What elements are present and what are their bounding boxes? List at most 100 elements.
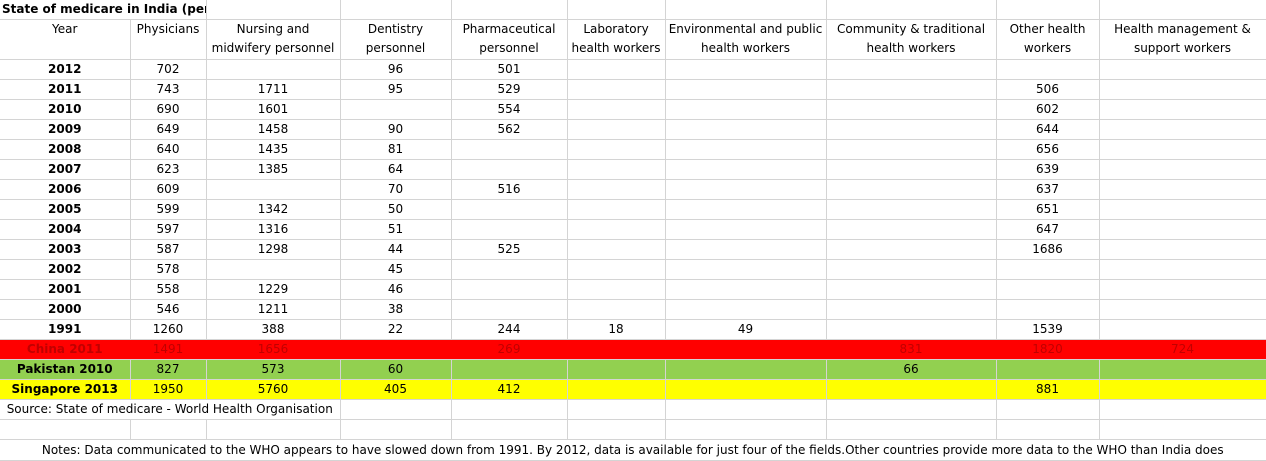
- data-cell[interactable]: [567, 159, 666, 180]
- data-cell[interactable]: [451, 219, 568, 240]
- data-cell[interactable]: 244: [451, 319, 568, 340]
- data-cell[interactable]: 1342: [206, 199, 341, 220]
- data-cell[interactable]: [567, 199, 666, 220]
- data-cell[interactable]: 405: [340, 379, 452, 400]
- data-cell[interactable]: 70: [340, 179, 452, 200]
- data-cell[interactable]: 1601: [206, 99, 341, 120]
- data-cell[interactable]: 1385: [206, 159, 341, 180]
- data-cell[interactable]: [567, 139, 666, 160]
- row-label-cell[interactable]: 2007: [0, 159, 131, 180]
- empty-cell[interactable]: [996, 0, 1100, 20]
- header-management[interactable]: Health management & support workers: [1099, 19, 1266, 60]
- data-cell[interactable]: [665, 79, 827, 100]
- row-label-cell[interactable]: 2005: [0, 199, 131, 220]
- data-cell[interactable]: [826, 99, 997, 120]
- data-cell[interactable]: 1260: [130, 319, 207, 340]
- data-cell[interactable]: 599: [130, 199, 207, 220]
- data-cell[interactable]: [665, 179, 827, 200]
- data-cell[interactable]: 412: [451, 379, 568, 400]
- data-cell[interactable]: 881: [996, 379, 1100, 400]
- data-cell[interactable]: 81: [340, 139, 452, 160]
- data-cell[interactable]: [826, 379, 997, 400]
- data-cell[interactable]: [1099, 319, 1266, 340]
- data-cell[interactable]: [665, 239, 827, 260]
- data-cell[interactable]: 573: [206, 359, 341, 380]
- data-cell[interactable]: [451, 279, 568, 300]
- data-cell[interactable]: [340, 339, 452, 360]
- data-cell[interactable]: [451, 159, 568, 180]
- row-label-cell[interactable]: 2004: [0, 219, 131, 240]
- data-cell[interactable]: 602: [996, 99, 1100, 120]
- data-cell[interactable]: 702: [130, 59, 207, 80]
- data-cell[interactable]: [996, 279, 1100, 300]
- data-cell[interactable]: [567, 379, 666, 400]
- header-laboratory[interactable]: Laboratory health workers: [567, 19, 666, 60]
- data-cell[interactable]: 1298: [206, 239, 341, 260]
- data-cell[interactable]: 50: [340, 199, 452, 220]
- table-title[interactable]: State of medicare in India (per million …: [0, 0, 207, 20]
- empty-cell[interactable]: [340, 0, 452, 20]
- data-cell[interactable]: 597: [130, 219, 207, 240]
- header-physicians[interactable]: Physicians: [130, 19, 207, 60]
- data-cell[interactable]: [1099, 299, 1266, 320]
- data-cell[interactable]: [1099, 119, 1266, 140]
- data-cell[interactable]: [665, 199, 827, 220]
- data-cell[interactable]: 724: [1099, 339, 1266, 360]
- data-cell[interactable]: [826, 259, 997, 280]
- data-cell[interactable]: [996, 259, 1100, 280]
- data-cell[interactable]: [567, 359, 666, 380]
- empty-cell[interactable]: [996, 419, 1100, 440]
- data-cell[interactable]: [665, 59, 827, 80]
- data-cell[interactable]: [451, 199, 568, 220]
- data-cell[interactable]: [826, 219, 997, 240]
- data-cell[interactable]: [665, 259, 827, 280]
- row-label-cell[interactable]: 2008: [0, 139, 131, 160]
- data-cell[interactable]: [996, 359, 1100, 380]
- empty-cell[interactable]: [1099, 0, 1266, 20]
- data-cell[interactable]: 1656: [206, 339, 341, 360]
- data-cell[interactable]: 1711: [206, 79, 341, 100]
- data-cell[interactable]: 45: [340, 259, 452, 280]
- data-cell[interactable]: 64: [340, 159, 452, 180]
- data-cell[interactable]: 22: [340, 319, 452, 340]
- data-cell[interactable]: 743: [130, 79, 207, 100]
- data-cell[interactable]: [1099, 59, 1266, 80]
- data-cell[interactable]: 90: [340, 119, 452, 140]
- data-cell[interactable]: [665, 299, 827, 320]
- data-cell[interactable]: [1099, 259, 1266, 280]
- empty-cell[interactable]: [451, 0, 568, 20]
- data-cell[interactable]: 388: [206, 319, 341, 340]
- data-cell[interactable]: 578: [130, 259, 207, 280]
- empty-cell[interactable]: [996, 399, 1100, 420]
- data-cell[interactable]: [826, 59, 997, 80]
- data-cell[interactable]: [826, 159, 997, 180]
- data-cell[interactable]: 623: [130, 159, 207, 180]
- empty-cell[interactable]: [826, 399, 997, 420]
- header-other[interactable]: Other health workers: [996, 19, 1100, 60]
- data-cell[interactable]: 96: [340, 59, 452, 80]
- data-cell[interactable]: [826, 139, 997, 160]
- data-cell[interactable]: 562: [451, 119, 568, 140]
- data-cell[interactable]: 501: [451, 59, 568, 80]
- empty-cell[interactable]: [826, 0, 997, 20]
- empty-cell[interactable]: [206, 419, 341, 440]
- data-cell[interactable]: [206, 259, 341, 280]
- data-cell[interactable]: 827: [130, 359, 207, 380]
- data-cell[interactable]: 1539: [996, 319, 1100, 340]
- data-cell[interactable]: 66: [826, 359, 997, 380]
- data-cell[interactable]: 1950: [130, 379, 207, 400]
- empty-cell[interactable]: [130, 419, 207, 440]
- header-environmental[interactable]: Environmental and public health workers: [665, 19, 827, 60]
- data-cell[interactable]: [665, 279, 827, 300]
- row-label-cell[interactable]: 2011: [0, 79, 131, 100]
- header-dentistry[interactable]: Dentistry personnel: [340, 19, 452, 60]
- data-cell[interactable]: [665, 219, 827, 240]
- data-cell[interactable]: 651: [996, 199, 1100, 220]
- row-label-cell[interactable]: 2010: [0, 99, 131, 120]
- data-cell[interactable]: 1211: [206, 299, 341, 320]
- data-cell[interactable]: 1491: [130, 339, 207, 360]
- data-cell[interactable]: 525: [451, 239, 568, 260]
- data-cell[interactable]: 44: [340, 239, 452, 260]
- empty-cell[interactable]: [665, 399, 827, 420]
- data-cell[interactable]: [451, 299, 568, 320]
